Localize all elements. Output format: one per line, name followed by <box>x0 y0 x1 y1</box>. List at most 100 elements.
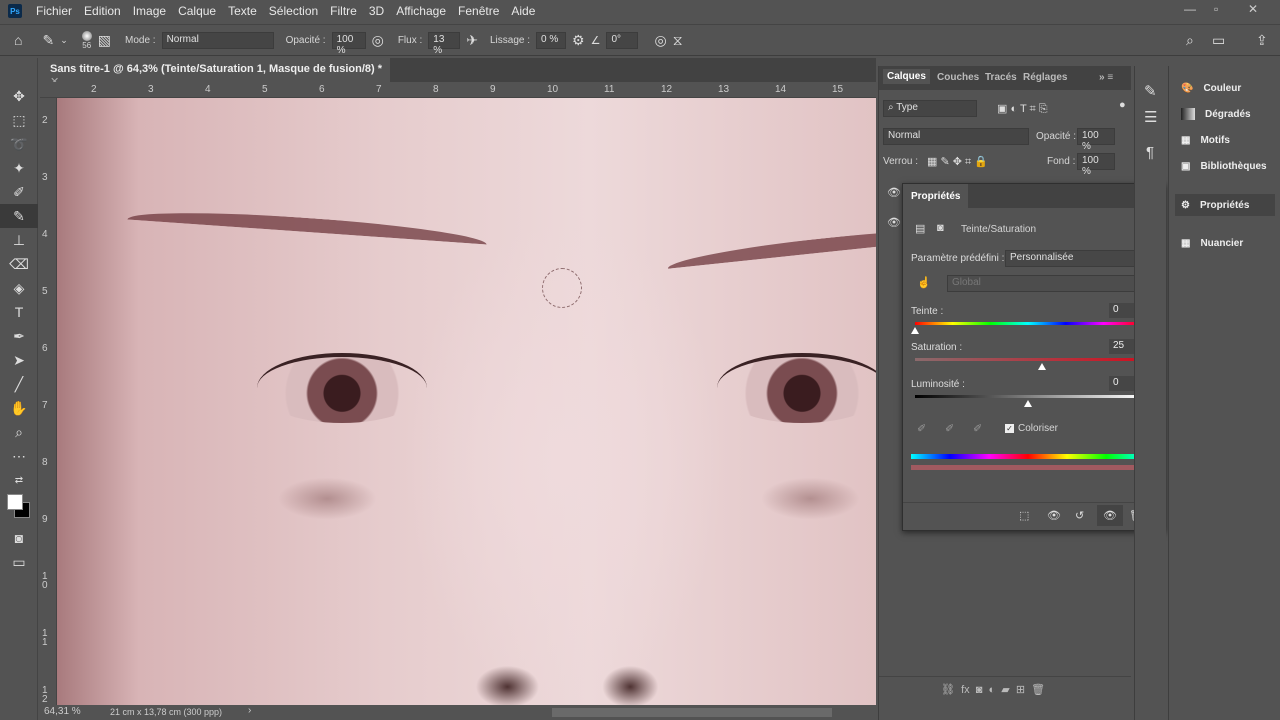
adjustments-panel-icon[interactable]: ☰ <box>1144 108 1157 126</box>
menu-aide[interactable]: Aide <box>505 4 541 18</box>
layer-footer-icons[interactable]: ⛓ fx ◙ ◐ ▰ ⊞ 🗑 <box>941 683 1045 696</box>
menu-3d[interactable]: 3D <box>363 4 390 18</box>
lasso-tool-icon[interactable]: ➰ <box>0 132 38 156</box>
panel-motifs[interactable]: ▦ Motifs <box>1175 129 1275 151</box>
swap-colors-icon[interactable]: ⇄ <box>0 468 38 492</box>
menu-fichier[interactable]: Fichier <box>30 4 78 18</box>
pressure-opacity-icon[interactable]: ◎ <box>372 32 384 49</box>
menu-selection[interactable]: Sélection <box>263 4 324 18</box>
reset-icon[interactable]: ↺ <box>1075 509 1084 522</box>
blend-mode-select[interactable]: Normal <box>883 128 1029 145</box>
filter-image-icon[interactable]: ▣ ◐ T ⌗ ⎘ <box>997 102 1048 116</box>
eraser-tool-icon[interactable]: ⌫ <box>0 252 38 276</box>
menu-edition[interactable]: Edition <box>78 4 127 18</box>
menu-texte[interactable]: Texte <box>222 4 263 18</box>
panel-menu-icon[interactable]: » ≡ <box>1099 72 1113 83</box>
zoom-level[interactable]: 64,31 % <box>44 706 81 717</box>
targeted-adjustment-icon[interactable]: ☝ <box>917 276 931 289</box>
panel-bibliotheques[interactable]: ▣ Bibliothèques <box>1175 155 1275 177</box>
panel-nuancier[interactable]: ▦ Nuancier <box>1175 232 1275 254</box>
menu-calque[interactable]: Calque <box>172 4 222 18</box>
gear-icon[interactable]: ⚙ <box>572 32 585 49</box>
fill-input[interactable]: 100 % <box>1077 153 1115 177</box>
angle-input[interactable]: 0° <box>606 31 639 49</box>
layer-opacity-input[interactable]: 100 % <box>1077 128 1115 152</box>
menu-affichage[interactable]: Affichage <box>390 4 452 18</box>
maximize-button[interactable]: ▫ <box>1214 2 1218 16</box>
eyedropper-tool-icon[interactable]: ✐ <box>0 180 38 204</box>
workspace-icon[interactable]: ▭ <box>1212 32 1225 49</box>
view-previous-icon[interactable]: 👁 <box>1047 509 1061 522</box>
panel-degrades[interactable]: Dégradés <box>1175 103 1275 125</box>
visibility-eye-icon[interactable]: 👁 <box>887 216 901 229</box>
horizontal-scrollbar[interactable] <box>552 708 832 717</box>
brush-preset-picker[interactable]: 56 <box>81 30 92 50</box>
preset-select[interactable]: Personnalisée <box>1005 250 1147 267</box>
channel-select[interactable]: Global <box>947 275 1147 292</box>
panel-proprietes[interactable]: ⚙ Propriétés <box>1175 194 1275 216</box>
tab-reglages[interactable]: Réglages <box>1023 72 1067 83</box>
screen-mode-icon[interactable]: ▭ <box>0 550 38 574</box>
lightness-slider-thumb[interactable] <box>1024 400 1032 407</box>
tab-couches[interactable]: Couches <box>937 72 979 83</box>
tab-traces[interactable]: Tracés <box>985 72 1017 83</box>
colorize-checkbox[interactable]: ✓ <box>1005 424 1014 433</box>
chevron-down-icon[interactable]: ⌄ <box>60 35 68 46</box>
mask-icon[interactable]: ◙ <box>937 222 944 234</box>
move-tool-icon[interactable]: ✥ <box>0 84 38 108</box>
adjustment-icon[interactable]: ▤ <box>915 222 925 235</box>
visibility-eye-icon[interactable]: 👁 <box>887 186 901 199</box>
menu-filtre[interactable]: Filtre <box>324 4 363 18</box>
clip-to-layer-icon[interactable]: ⬚ <box>1019 509 1029 522</box>
opacity-input[interactable]: 100 % <box>331 31 366 56</box>
symmetry-icon[interactable]: ⧖ <box>673 32 683 49</box>
menu-image[interactable]: Image <box>127 4 172 18</box>
pressure-size-icon[interactable]: ◎ <box>654 32 666 49</box>
flow-input[interactable]: 13 % <box>428 31 461 56</box>
quick-mask-icon[interactable]: ◙ <box>0 526 38 550</box>
filter-toggle-icon[interactable]: ● <box>1119 99 1126 111</box>
lightness-slider[interactable] <box>915 395 1141 398</box>
share-icon[interactable]: ⇪ <box>1256 32 1268 49</box>
tab-calques[interactable]: Calques <box>883 69 930 84</box>
close-window-button[interactable]: ✕ <box>1248 2 1258 16</box>
canvas-image[interactable] <box>57 98 876 705</box>
panel-couleur[interactable]: 🎨 Couleur <box>1175 77 1275 99</box>
more-tools-icon[interactable]: ⋯ <box>0 444 38 468</box>
foreground-color-swatch[interactable] <box>7 494 23 510</box>
status-arrow-icon[interactable]: › <box>248 705 251 716</box>
airbrush-icon[interactable]: ✈ <box>466 32 478 49</box>
type-tool-icon[interactable]: T <box>0 300 38 324</box>
minimize-button[interactable]: — <box>1184 2 1196 16</box>
eyedropper-add-icon[interactable]: ✐ <box>945 422 954 435</box>
marquee-tool-icon[interactable]: ⬚ <box>0 108 38 132</box>
saturation-slider-thumb[interactable] <box>1037 363 1046 370</box>
document-tab[interactable]: Sans titre-1 @ 64,3% (Teinte/Saturation … <box>40 58 390 88</box>
stamp-tool-icon[interactable]: ⊥ <box>0 228 38 252</box>
saturation-slider[interactable] <box>915 358 1141 361</box>
lock-icons[interactable]: ▦ ✎ ✥ ⌗ 🔒 <box>927 155 988 169</box>
hand-tool-icon[interactable]: ✋ <box>0 396 38 420</box>
home-icon[interactable]: ⌂ <box>14 32 22 48</box>
eyedropper-subtract-icon[interactable]: ✐ <box>973 422 982 435</box>
menu-fenetre[interactable]: Fenêtre <box>452 4 505 18</box>
brush-tool-icon[interactable]: ✎ <box>42 32 54 49</box>
eyedropper-icon[interactable]: ✐ <box>917 422 926 435</box>
search-icon[interactable]: ⌕ <box>1186 32 1194 49</box>
brush-settings-panel-icon[interactable]: ✎ <box>1144 82 1157 100</box>
toggle-visibility-icon[interactable]: 👁 <box>1097 505 1123 526</box>
paragraph-panel-icon[interactable]: ¶ <box>1146 144 1154 161</box>
smoothing-input[interactable]: 0 % <box>536 31 567 49</box>
mode-select[interactable]: Normal <box>161 31 274 49</box>
color-swatches[interactable] <box>0 492 37 526</box>
brush-settings-icon[interactable]: ▧ <box>98 32 111 49</box>
zoom-tool-icon[interactable]: ⌕ <box>0 420 38 444</box>
line-tool-icon[interactable]: ╱ <box>0 372 38 396</box>
paint-bucket-tool-icon[interactable]: ◈ <box>0 276 38 300</box>
layer-filter-select[interactable]: ⌕ Type <box>883 100 977 117</box>
hue-slider[interactable] <box>915 322 1141 325</box>
hue-slider-thumb[interactable] <box>911 327 919 334</box>
pen-tool-icon[interactable]: ✒ <box>0 324 38 348</box>
path-selection-tool-icon[interactable]: ➤ <box>0 348 38 372</box>
magic-wand-tool-icon[interactable]: ✦ <box>0 156 38 180</box>
